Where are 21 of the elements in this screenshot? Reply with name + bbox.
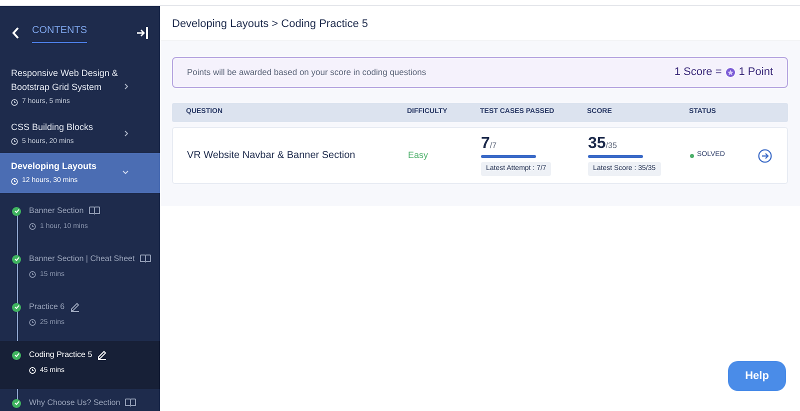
lesson-title: Practice 6 bbox=[29, 300, 65, 312]
score-label: 1 Score = bbox=[674, 65, 722, 80]
score-value: 7 bbox=[481, 134, 490, 153]
score-total: /35 bbox=[606, 140, 617, 152]
module-title: Responsive Web Design & Bootstrap Grid System bbox=[11, 67, 119, 94]
module-title: Developing Layouts bbox=[11, 160, 98, 173]
difficulty-label: Easy bbox=[408, 148, 430, 162]
score-value: 35 bbox=[588, 134, 606, 153]
lesson-title: Why Choose Us? Section bbox=[29, 396, 120, 408]
score-total: /7 bbox=[490, 140, 497, 152]
banner-text: Points will be awarded based on your score in coding questions bbox=[187, 66, 426, 79]
point-label: 1 Point bbox=[738, 65, 773, 80]
help-button[interactable]: Help bbox=[728, 361, 786, 391]
lesson-title: Banner Section | Cheat Sheet bbox=[29, 252, 135, 264]
module-title: CSS Building Blocks bbox=[11, 120, 94, 134]
lesson-title: Banner Section bbox=[29, 204, 84, 216]
breadcrumb: Developing Layouts > Coding Practice 5 bbox=[172, 18, 368, 30]
lesson-title: Coding Practice 5 bbox=[29, 348, 92, 360]
contents-tab[interactable]: CONTENTS bbox=[32, 23, 87, 43]
lesson-item[interactable]: Why Choose Us? Section bbox=[0, 388, 160, 411]
question-title: VR Website Navbar & Banner Section bbox=[187, 149, 356, 163]
